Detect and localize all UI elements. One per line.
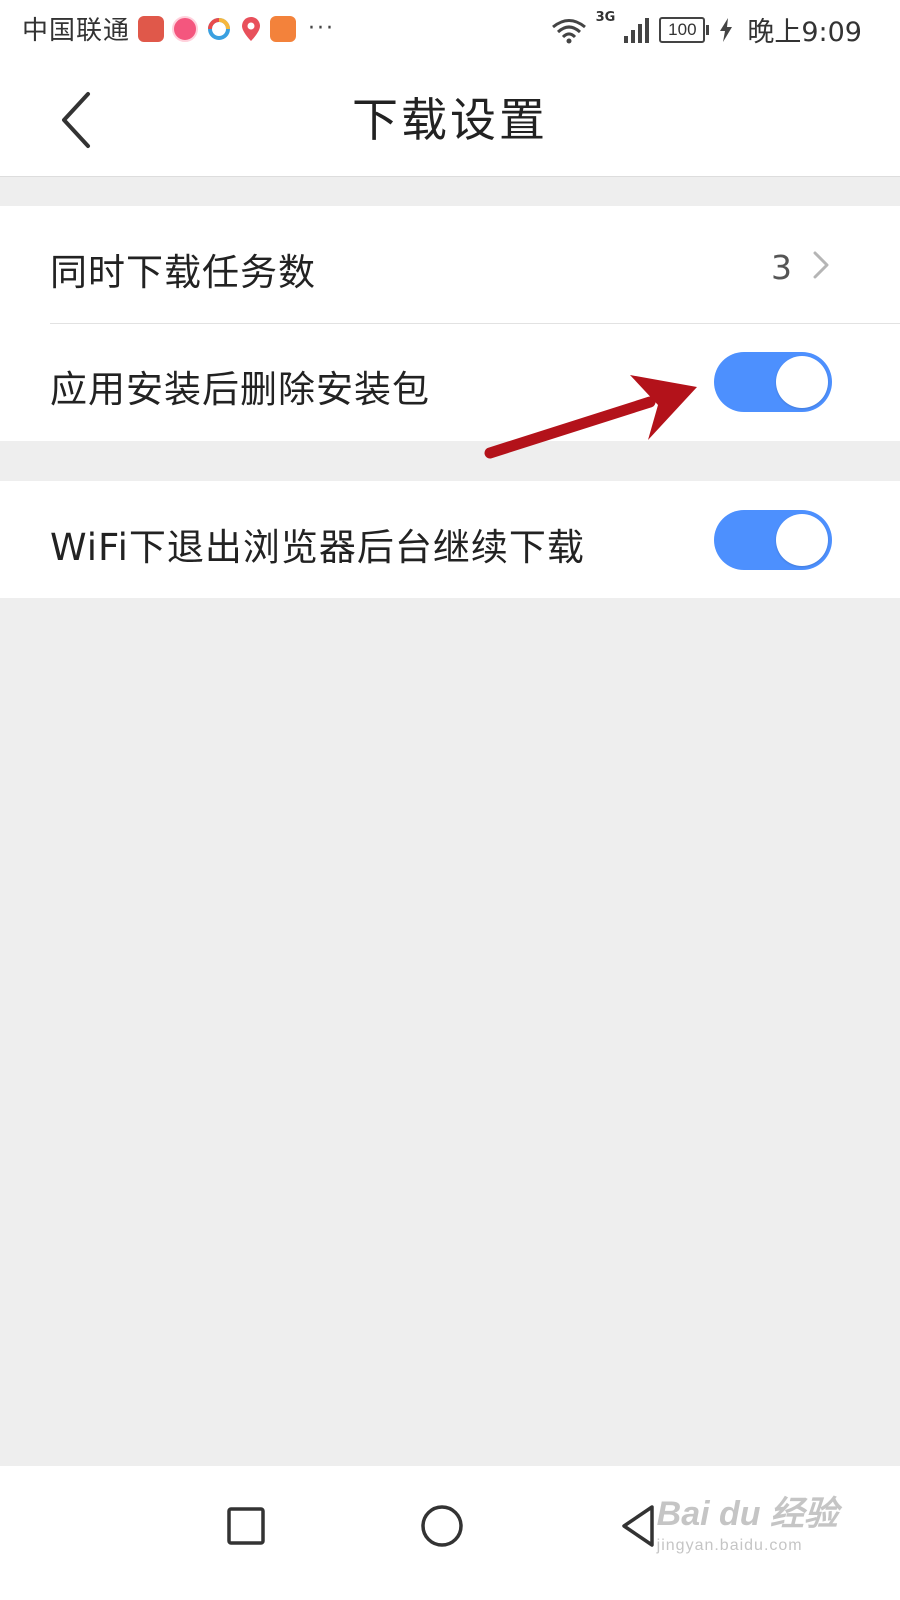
wifi-background-download-toggle[interactable] xyxy=(714,510,832,570)
circle-app-icon xyxy=(172,15,199,42)
network-type-label: 3G xyxy=(595,10,616,25)
wifi-background-download-row: WiFi下退出浏览器后台继续下载 xyxy=(0,481,900,598)
status-time: 晚上9:09 xyxy=(747,17,862,48)
square-icon xyxy=(227,1507,265,1545)
chevron-right-icon xyxy=(813,251,829,279)
concurrent-tasks-row[interactable]: 同时下载任务数 3 xyxy=(0,206,900,324)
baidu-jingyan-watermark: Bai du 经验 jingyan.baidu.com xyxy=(657,1486,838,1555)
wifi-background-download-label: WiFi下退出浏览器后台继续下载 xyxy=(50,526,585,569)
signal-strength-icon xyxy=(624,17,650,43)
colorful-ring-app-icon xyxy=(208,17,231,40)
delete-after-install-label: 应用安装后删除安装包 xyxy=(50,368,430,411)
delete-after-install-row: 应用安装后删除安装包 xyxy=(0,323,900,440)
location-pin-app-icon xyxy=(242,16,261,41)
home-button[interactable] xyxy=(412,1496,472,1556)
download-settings-group: 同时下载任务数 3 应用安装后删除安装包 xyxy=(0,206,900,441)
wifi-icon xyxy=(551,18,586,43)
app-header: 下载设置 xyxy=(0,64,900,177)
watermark-sub: jingyan.baidu.com xyxy=(656,1537,803,1554)
carrier-name: 中国联通 xyxy=(22,16,131,46)
triangle-back-icon xyxy=(622,1505,654,1547)
status-bar-right: 3G 100 晚上9:09 xyxy=(550,10,862,49)
circle-icon xyxy=(421,1505,463,1547)
page-title: 下载设置 xyxy=(352,93,548,147)
status-bar-left: 中国联通 ··· xyxy=(22,10,335,47)
recent-apps-button[interactable] xyxy=(216,1496,276,1556)
heart-app-icon xyxy=(138,15,165,42)
background-download-group: WiFi下退出浏览器后台继续下载 xyxy=(0,481,900,598)
battery-icon: 100 xyxy=(659,16,710,43)
concurrent-tasks-value: 3 xyxy=(771,248,792,287)
watermark-main: Bai du 经验 xyxy=(656,1495,838,1533)
concurrent-tasks-label: 同时下载任务数 xyxy=(50,251,316,294)
delete-after-install-toggle[interactable] xyxy=(714,352,832,412)
orange-app-icon xyxy=(270,15,297,42)
charging-bolt-icon xyxy=(720,17,733,42)
more-notifications-icon: ··· xyxy=(308,16,335,41)
status-bar: 中国联通 ··· 3G 100 晚上9:09 xyxy=(0,0,900,64)
